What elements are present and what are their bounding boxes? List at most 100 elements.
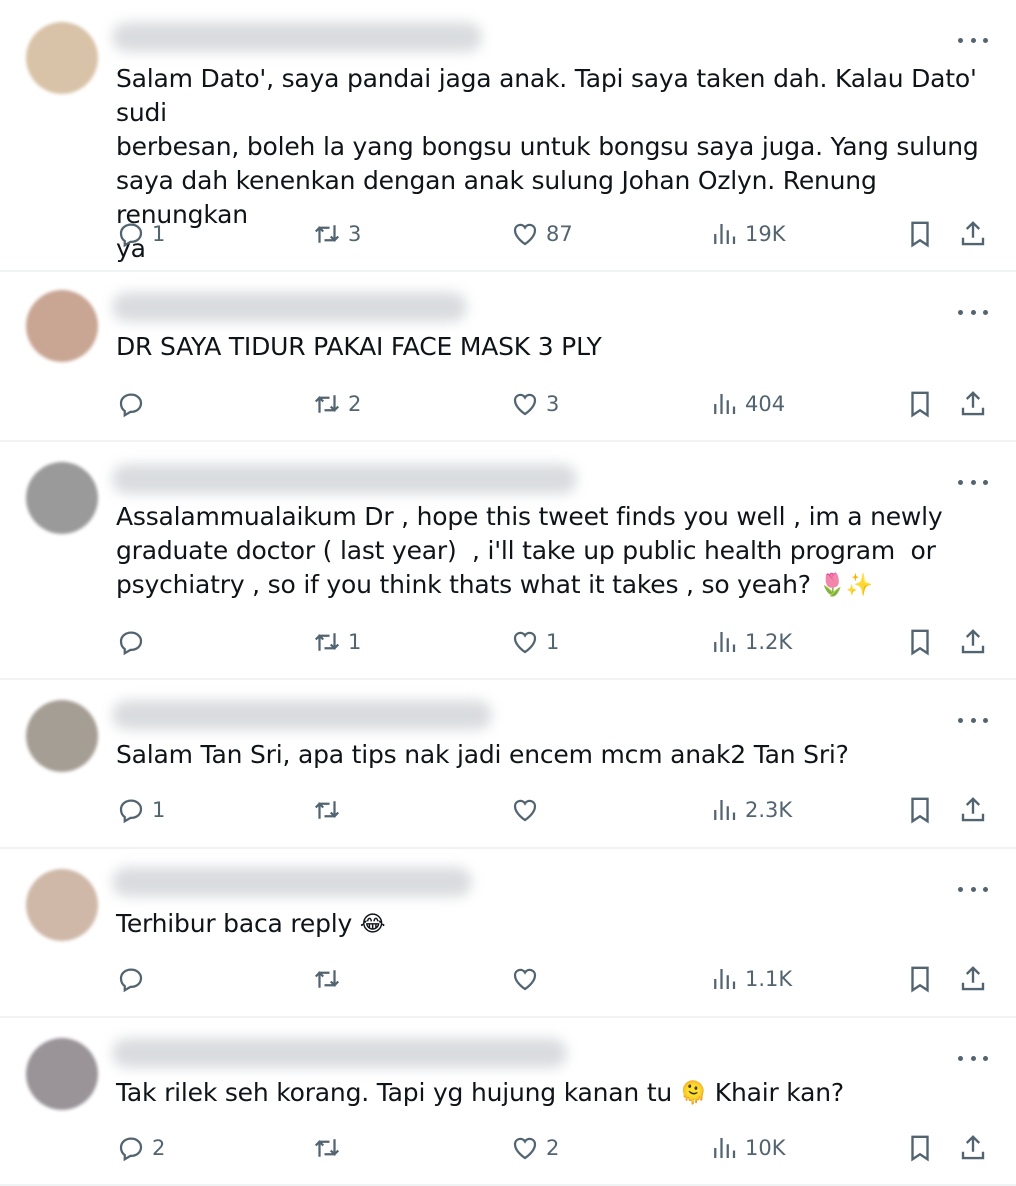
share-button[interactable]: [958, 384, 988, 424]
share-icon: [961, 1135, 985, 1160]
views-icon: [714, 969, 736, 989]
repost-button[interactable]: [312, 959, 348, 999]
views-button[interactable]: 10K: [709, 1128, 786, 1168]
reply-button[interactable]: [116, 622, 152, 662]
more-options-icon[interactable]: [958, 302, 988, 322]
repost-icon: [314, 633, 340, 651]
avatar[interactable]: [26, 869, 98, 941]
bookmark-button[interactable]: [905, 959, 935, 999]
blurred-author-name[interactable]: [112, 700, 492, 730]
reply-icon: [119, 968, 143, 993]
like-button[interactable]: [510, 790, 546, 830]
avatar[interactable]: [26, 700, 98, 772]
reply-text-content: Terhibur baca reply: [116, 909, 360, 938]
share-button[interactable]: [958, 1128, 988, 1168]
reply-button[interactable]: [116, 384, 152, 424]
reply-icon: [119, 1137, 143, 1162]
reply-text: DR SAYA TIDUR PAKAI FACE MASK 3 PLY: [116, 330, 986, 364]
bookmark-button[interactable]: [905, 790, 935, 830]
like-button[interactable]: 1: [510, 622, 559, 662]
like-button[interactable]: 2: [510, 1128, 559, 1168]
like-count: 2: [546, 1136, 560, 1160]
share-icon: [961, 391, 985, 416]
reply-button[interactable]: [116, 959, 152, 999]
blurred-author-name[interactable]: [112, 464, 577, 494]
reply-count: 2: [152, 1136, 166, 1160]
share-button[interactable]: [958, 622, 988, 662]
more-options-icon[interactable]: [958, 30, 988, 50]
repost-count: 3: [348, 222, 362, 246]
like-button[interactable]: 87: [510, 214, 573, 254]
bookmark-button[interactable]: [905, 622, 935, 662]
reply-button[interactable]: 1: [116, 214, 165, 254]
repost-button[interactable]: [312, 790, 348, 830]
reply-button[interactable]: 2: [116, 1128, 165, 1168]
blurred-author-name[interactable]: [112, 22, 482, 52]
reply-item[interactable]: DR SAYA TIDUR PAKAI FACE MASK 3 PLY 2 3 …: [0, 272, 1016, 442]
reply-text-content: DR SAYA TIDUR PAKAI FACE MASK 3 PLY: [116, 332, 602, 361]
views-icon: [714, 224, 736, 244]
bookmark-icon: [911, 1135, 929, 1162]
repost-button[interactable]: 1: [312, 622, 361, 662]
reply-actions: 2 3 404: [0, 384, 1016, 424]
bookmark-icon: [911, 221, 929, 248]
views-icon: [714, 800, 736, 820]
reply-item[interactable]: Tak rilek seh korang. Tapi yg hujung kan…: [0, 1018, 1016, 1186]
like-button[interactable]: [510, 959, 546, 999]
replies-feed: Salam Dato', saya pandai jaga anak. Tapi…: [0, 0, 1016, 1186]
views-button[interactable]: 1.1K: [709, 959, 792, 999]
reply-item[interactable]: Terhibur baca reply 😂 1.1K: [0, 849, 1016, 1018]
reply-item[interactable]: Assalammualaikum Dr , hope this tweet fi…: [0, 442, 1016, 680]
avatar[interactable]: [26, 22, 98, 94]
reply-count: 1: [152, 222, 166, 246]
repost-count: 2: [348, 392, 362, 416]
more-options-icon[interactable]: [958, 472, 988, 492]
bookmark-button[interactable]: [905, 384, 935, 424]
heart-icon: [513, 799, 537, 822]
share-icon: [961, 797, 985, 822]
blurred-author-name[interactable]: [112, 292, 467, 322]
blurred-author-name[interactable]: [112, 867, 472, 897]
reply-text-tail: Khair kan?: [707, 1078, 844, 1107]
more-options-icon[interactable]: [958, 879, 988, 899]
views-count: 19K: [745, 222, 786, 246]
like-button[interactable]: 3: [510, 384, 559, 424]
views-button[interactable]: 1.2K: [709, 622, 792, 662]
share-button[interactable]: [958, 214, 988, 254]
reply-actions: 1.1K: [0, 959, 1016, 999]
share-button[interactable]: [958, 959, 988, 999]
views-button[interactable]: 19K: [709, 214, 786, 254]
views-button[interactable]: 404: [709, 384, 785, 424]
repost-button[interactable]: 2: [312, 384, 361, 424]
heart-icon: [513, 223, 537, 246]
share-button[interactable]: [958, 790, 988, 830]
views-icon: [714, 1138, 736, 1158]
reply-icon: [119, 393, 143, 418]
share-icon: [961, 966, 985, 991]
repost-button[interactable]: [312, 1128, 348, 1168]
more-options-icon[interactable]: [958, 1048, 988, 1068]
reply-button[interactable]: 1: [116, 790, 165, 830]
views-count: 1.2K: [745, 630, 793, 654]
views-count: 1.1K: [745, 967, 793, 991]
avatar[interactable]: [26, 462, 98, 534]
bookmark-button[interactable]: [905, 214, 935, 254]
reply-item[interactable]: Salam Tan Sri, apa tips nak jadi encem m…: [0, 680, 1016, 849]
avatar[interactable]: [26, 290, 98, 362]
avatar[interactable]: [26, 1038, 98, 1110]
heart-icon: [513, 968, 537, 991]
heart-icon: [513, 393, 537, 416]
views-count: 10K: [745, 1136, 786, 1160]
bookmark-icon: [911, 966, 929, 993]
views-count: 404: [745, 392, 786, 416]
more-options-icon[interactable]: [958, 710, 988, 730]
bookmark-button[interactable]: [905, 1128, 935, 1168]
repost-button[interactable]: 3: [312, 214, 361, 254]
views-button[interactable]: 2.3K: [709, 790, 792, 830]
reply-actions: 1 3 87 19K: [0, 214, 1016, 254]
heart-icon: [513, 1137, 537, 1160]
reply-text-content: Salam Tan Sri, apa tips nak jadi encem m…: [116, 740, 849, 769]
reply-text: Tak rilek seh korang. Tapi yg hujung kan…: [116, 1076, 986, 1111]
blurred-author-name[interactable]: [112, 1038, 567, 1068]
reply-item[interactable]: Salam Dato', saya pandai jaga anak. Tapi…: [0, 0, 1016, 272]
